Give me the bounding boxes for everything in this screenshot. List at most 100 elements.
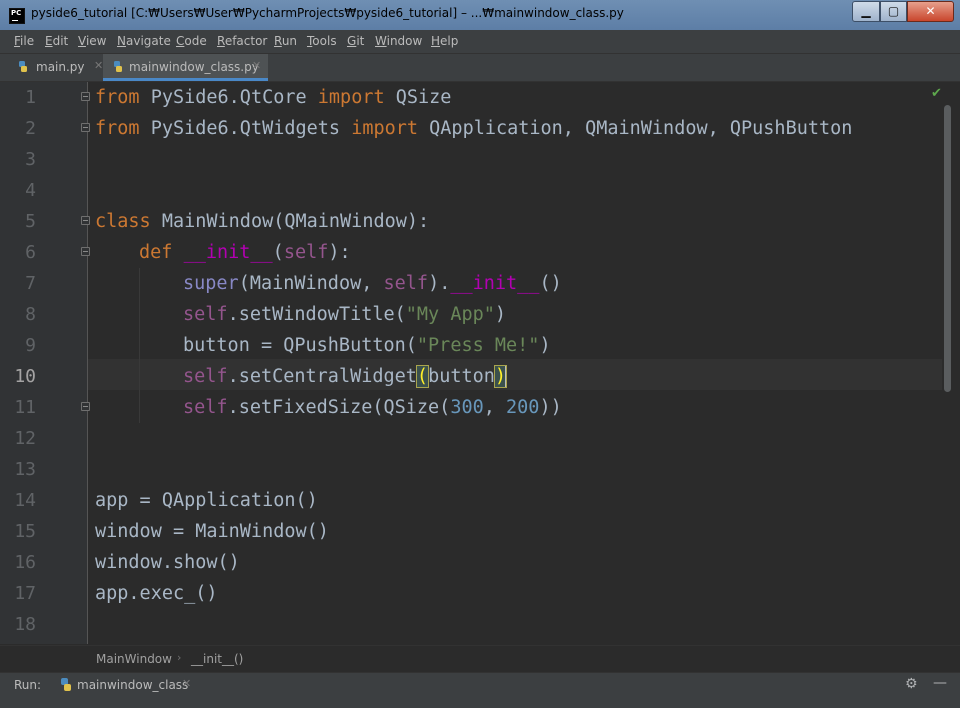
menu-tools[interactable]: Tools [307,34,337,48]
code-line-14: app = QApplication() [95,490,318,511]
fold-marker-icon[interactable] [81,216,90,225]
keyword-token: import [351,118,419,139]
tab-label: main.py [36,60,85,74]
close-tab-icon[interactable]: ✕ [94,59,103,72]
code-line-15: window = MainWindow() [95,521,329,542]
self-token: self [183,304,228,325]
editor-tab-bar: main.py ✕ mainwindow_class.py ✕ [0,54,960,82]
line-number: 12 [14,428,36,449]
mnemonic: W [375,34,387,48]
menu-label: ools [312,34,337,48]
minimize-button[interactable]: ▁ [852,1,880,22]
code-line-2: from PySide6.QtWidgets import QApplicati… [95,113,852,144]
fold-marker-icon[interactable] [81,247,90,256]
fold-marker-icon[interactable] [81,123,90,132]
menu-file[interactable]: File [14,34,34,48]
code-token: PySide6.QtWidgets [139,118,352,139]
menu-window[interactable]: Window [375,34,422,48]
run-tool-window-bar: Run: mainwindow_class ✕ ⚙ — [0,672,960,708]
mnemonic: N [117,34,126,48]
maximize-button[interactable]: ▢ [880,1,907,22]
close-button[interactable]: ✕ [907,1,954,22]
run-label: Run: [14,678,42,692]
line-number: 4 [25,180,36,201]
check-icon[interactable]: ✔ [931,86,942,101]
tab-main-py[interactable]: main.py ✕ [8,54,103,81]
menu-label: iew [85,34,107,48]
run-config-tab[interactable]: mainwindow_class ✕ [52,673,196,699]
menu-label: ile [20,34,35,48]
code-token: ): [328,242,351,263]
line-number: 14 [14,490,36,511]
code-token: )) [539,397,562,418]
code-line-6: def __init__(self): [139,237,351,268]
menu-view[interactable]: View [78,34,106,48]
self-token: self [383,273,429,294]
gear-icon[interactable]: ⚙ [905,676,918,692]
menu-navigate[interactable]: Navigate [117,34,171,48]
menu-label: un [281,34,298,48]
vertical-scrollbar[interactable] [944,105,951,392]
tab-mainwindow-class-py[interactable]: mainwindow_class.py ✕ [103,54,268,81]
code-token: ) [494,304,507,325]
python-icon [61,678,71,691]
self-token: self [183,366,228,387]
mnemonic: H [431,34,441,48]
line-number: 11 [14,397,36,418]
code-token: ) [539,335,551,356]
breadcrumb-class[interactable]: MainWindow [96,652,172,666]
tab-label: mainwindow_class.py [129,60,259,74]
breadcrumb: MainWindow › __init__() [0,645,960,672]
menu-label: indow [386,34,423,48]
code-line-11: self.setFixedSize(QSize(300, 200)) [183,392,562,423]
line-number-current: 10 [14,366,36,387]
menu-label: it [356,34,365,48]
builtin-token: super [183,273,239,294]
line-number: 6 [25,242,36,263]
pycharm-logo-icon [9,8,25,24]
menu-run[interactable]: Run [274,34,297,48]
keyword-token: from [95,118,140,139]
menu-code[interactable]: Code [176,34,207,48]
keyword-token: class [95,211,151,232]
menu-bar: File Edit View Navigate Code Refactor Ru… [0,30,960,54]
line-number: 3 [25,149,36,170]
breadcrumb-method[interactable]: __init__() [191,652,243,666]
number-token: 200 [506,397,540,418]
code-token: button [428,366,495,387]
indent-guide [139,268,140,423]
fold-marker-icon[interactable] [81,402,90,411]
code-token: button = QPushButton( [183,335,417,356]
fold-marker-icon[interactable] [81,92,90,101]
string-token: "My App" [405,304,495,325]
python-file-icon [114,61,122,72]
line-number: 7 [25,273,36,294]
string-token: "Press Me!" [416,335,540,356]
text-caret [505,366,508,388]
line-number: 9 [25,335,36,356]
mnemonic: R [274,34,282,48]
code-editor[interactable]: 1 2 3 4 5 6 7 8 9 10 11 12 13 14 15 16 1… [0,82,960,644]
python-file-icon [19,61,27,72]
close-tab-icon[interactable]: ✕ [182,677,191,690]
menu-git[interactable]: Git [347,34,364,48]
code-token: ( [272,242,284,263]
code-token: , [483,397,507,418]
code-line-17: app.exec_() [95,583,218,604]
hide-panel-icon[interactable]: — [933,675,947,691]
code-token: PySide6.QtCore [139,87,318,108]
code-token: (MainWindow, [238,273,384,294]
mnemonic: G [347,34,357,48]
code-token: ). [428,273,451,294]
line-number: 13 [14,459,36,480]
code-token: .setFixedSize(QSize( [227,397,451,418]
close-tab-icon[interactable]: ✕ [252,59,261,72]
menu-edit[interactable]: Edit [45,34,68,48]
chevron-right-icon: › [177,651,182,664]
menu-refactor[interactable]: Refactor [217,34,267,48]
code-token: .setWindowTitle( [227,304,406,325]
menu-help[interactable]: Help [431,34,458,48]
line-number: 2 [25,118,36,139]
code-token: MainWindow(QMainWindow): [150,211,430,232]
window-controls: ▁ ▢ ✕ [852,1,954,22]
